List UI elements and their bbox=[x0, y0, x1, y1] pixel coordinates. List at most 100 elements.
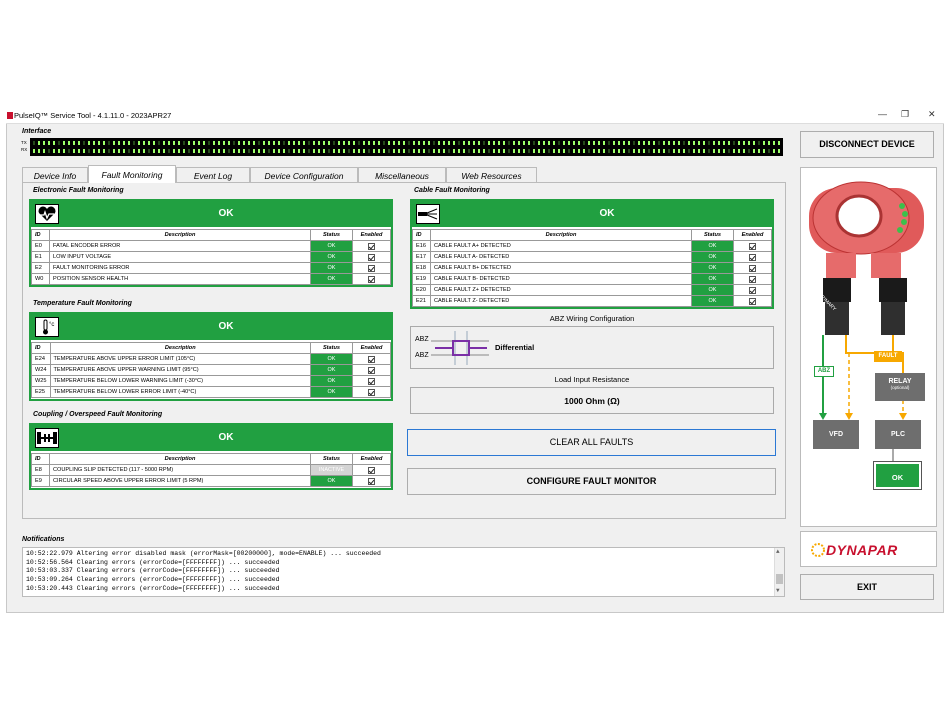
rx-led bbox=[593, 149, 595, 153]
rx-led bbox=[383, 149, 385, 153]
rx-led bbox=[93, 149, 95, 153]
enabled-checkbox[interactable] bbox=[749, 253, 756, 261]
enabled-checkbox[interactable] bbox=[368, 242, 375, 250]
scroll-thumb[interactable] bbox=[776, 574, 783, 584]
col-enabled: Enabled bbox=[352, 342, 391, 354]
enabled-checkbox[interactable] bbox=[368, 477, 375, 485]
rx-led bbox=[548, 149, 550, 153]
col-id: ID bbox=[31, 342, 51, 354]
enabled-checkbox[interactable] bbox=[368, 253, 375, 261]
tab-miscellaneous[interactable]: Miscellaneous bbox=[358, 167, 446, 183]
tx-led bbox=[693, 141, 695, 145]
rx-led bbox=[738, 149, 740, 153]
coupling-fault-title: Coupling / Overspeed Fault Monitoring bbox=[33, 411, 163, 418]
rx-led bbox=[243, 149, 245, 153]
tx-led bbox=[368, 141, 370, 145]
minimize-icon[interactable]: — bbox=[878, 109, 887, 119]
enabled-checkbox[interactable] bbox=[368, 264, 375, 272]
load-resistance-value[interactable]: 1000 Ohm (Ω) bbox=[410, 387, 774, 414]
tx-led bbox=[273, 141, 275, 145]
abz-label-bottom: ABZ bbox=[415, 352, 429, 359]
col-enabled: Enabled bbox=[352, 229, 391, 241]
rx-led bbox=[163, 149, 165, 153]
enabled-checkbox[interactable] bbox=[368, 355, 375, 363]
fault-status: INACTIVE bbox=[310, 464, 353, 476]
tx-led bbox=[728, 141, 730, 145]
fault-id: W24 bbox=[31, 364, 51, 376]
clear-all-faults-button[interactable]: CLEAR ALL FAULTS bbox=[407, 429, 776, 456]
tab-device-info[interactable]: Device Info bbox=[22, 167, 88, 183]
tx-led bbox=[493, 141, 495, 145]
tx-led bbox=[193, 141, 195, 145]
tab-web-resources[interactable]: Web Resources bbox=[446, 167, 537, 183]
maximize-icon[interactable]: ❐ bbox=[901, 109, 909, 120]
tx-led bbox=[528, 141, 530, 145]
disconnect-device-button[interactable]: DISCONNECT DEVICE bbox=[800, 131, 934, 158]
col-id: ID bbox=[31, 229, 50, 241]
rx-led bbox=[218, 149, 220, 153]
enabled-checkbox[interactable] bbox=[749, 297, 756, 305]
rx-led bbox=[463, 149, 465, 153]
enabled-checkbox[interactable] bbox=[749, 286, 756, 294]
tx-led bbox=[543, 141, 545, 145]
rx-led bbox=[688, 149, 690, 153]
rx-led bbox=[728, 149, 730, 153]
tx-led bbox=[593, 141, 595, 145]
vfd-box: VFD bbox=[813, 420, 859, 449]
tab-fault-monitoring[interactable]: Fault Monitoring bbox=[88, 165, 176, 183]
rx-led bbox=[638, 149, 640, 153]
enabled-checkbox[interactable] bbox=[749, 264, 756, 272]
rx-led bbox=[778, 149, 780, 153]
col-status: Status bbox=[310, 229, 353, 241]
tab-device-configuration[interactable]: Device Configuration bbox=[250, 167, 358, 183]
col-description: Description bbox=[430, 229, 692, 241]
fault-description: CABLE FAULT A+ DETECTED bbox=[430, 240, 692, 252]
fault-description: TEMPERATURE ABOVE UPPER WARNING LIMIT (9… bbox=[49, 364, 312, 376]
enabled-checkbox[interactable] bbox=[749, 275, 756, 283]
enabled-checkbox[interactable] bbox=[368, 366, 375, 374]
scroll-up-icon[interactable]: ▲ bbox=[776, 548, 780, 557]
rx-led bbox=[253, 149, 255, 153]
enabled-checkbox[interactable] bbox=[368, 275, 375, 283]
tx-led bbox=[378, 141, 380, 145]
tx-led bbox=[663, 141, 665, 145]
tx-led bbox=[618, 141, 620, 145]
col-enabled: Enabled bbox=[733, 229, 772, 241]
tab-event-log[interactable]: Event Log bbox=[176, 167, 250, 183]
enabled-checkbox[interactable] bbox=[368, 377, 375, 385]
relay-optional-label: (optional) bbox=[890, 385, 910, 390]
enabled-checkbox[interactable] bbox=[749, 242, 756, 250]
table-row: W24 TEMPERATURE ABOVE UPPER WARNING LIMIT… bbox=[31, 364, 391, 376]
rx-led bbox=[308, 149, 310, 153]
rx-led bbox=[643, 149, 645, 153]
exit-button[interactable]: EXIT bbox=[800, 574, 934, 600]
enabled-checkbox[interactable] bbox=[368, 466, 375, 474]
enabled-checkbox[interactable] bbox=[368, 388, 375, 396]
rx-led bbox=[263, 149, 265, 153]
scroll-down-icon[interactable]: ▼ bbox=[776, 587, 780, 596]
configure-fault-monitor-button[interactable]: CONFIGURE FAULT MONITOR bbox=[407, 468, 776, 495]
rx-led bbox=[363, 149, 365, 153]
tx-led bbox=[613, 141, 615, 145]
abz-wiring-box[interactable]: ABZ ABZ Differential bbox=[410, 326, 774, 369]
close-icon[interactable]: ✕ bbox=[928, 109, 936, 120]
rx-led bbox=[423, 149, 425, 153]
fault-description: FAULT MONITORING ERROR bbox=[49, 262, 311, 274]
fault-description: CABLE FAULT A- DETECTED bbox=[430, 251, 692, 263]
rx-led bbox=[178, 149, 180, 153]
rx-led bbox=[73, 149, 75, 153]
rx-led bbox=[498, 149, 500, 153]
tx-led bbox=[363, 141, 365, 145]
rx-led bbox=[293, 149, 295, 153]
notifications-log[interactable]: 10:52:22.979 Altering error disabled mas… bbox=[22, 547, 785, 597]
tx-led bbox=[213, 141, 215, 145]
fault-status: OK bbox=[310, 262, 353, 274]
rx-led bbox=[138, 149, 140, 153]
col-status: Status bbox=[310, 453, 353, 465]
tx-led bbox=[33, 141, 35, 145]
tx-led bbox=[703, 141, 705, 145]
log-scrollbar[interactable]: ▲ ▼ bbox=[774, 548, 784, 596]
thermometer-icon: °c bbox=[35, 317, 59, 337]
rx-led bbox=[553, 149, 555, 153]
tx-led bbox=[698, 141, 700, 145]
